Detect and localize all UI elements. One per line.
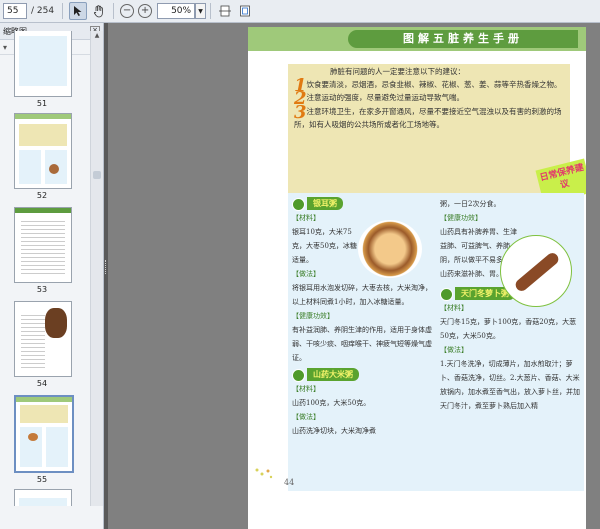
ingredients-text: 天门冬15克，萝卜100克，香菇20克，大葱50克，大米50克。 bbox=[440, 318, 577, 340]
method-label: 【做法】 bbox=[440, 346, 468, 354]
page-thumbnail[interactable] bbox=[14, 301, 72, 377]
ingredients-label: 【材料】 bbox=[440, 304, 468, 312]
page-banner: 图解五脏养生手册 bbox=[248, 27, 586, 51]
fit-width-icon[interactable] bbox=[217, 3, 233, 19]
banner-title: 图解五脏养生手册 bbox=[348, 30, 578, 48]
benefit-label: 【健康功效】 bbox=[440, 214, 482, 222]
benefit-label: 【健康功效】 bbox=[292, 312, 334, 320]
thumbnail-54[interactable]: 54 bbox=[14, 301, 72, 388]
page-number: 44 bbox=[284, 478, 295, 487]
benefit-text: 有补益润肺、养阴生津的作用，适用于身体虚弱、干咳少痰、咽痒喉干、神疲气短等燥气虚… bbox=[292, 326, 432, 362]
thumbnail-scrollbar[interactable]: ▲ bbox=[90, 31, 103, 506]
thumbnail-list[interactable]: 51 52 53 54 55 bbox=[0, 31, 90, 506]
hand-tool-icon[interactable] bbox=[91, 3, 107, 19]
thumbnail-label: 55 bbox=[36, 475, 48, 484]
ingredients-label: 【材料】 bbox=[292, 385, 320, 393]
thumbnail-52[interactable]: 52 bbox=[14, 113, 72, 200]
toolbar-divider bbox=[62, 3, 64, 19]
toolbar-divider bbox=[210, 3, 212, 19]
thumbnail-51[interactable]: 51 bbox=[14, 31, 72, 108]
page-thumbnail[interactable] bbox=[14, 489, 72, 506]
recipe-title-yiner: 银耳粥 bbox=[292, 197, 434, 211]
advice-heading: 肺脏有问题的人一定要注意以下的建议： bbox=[330, 67, 465, 76]
ingredients-label: 【材料】 bbox=[292, 214, 320, 222]
advice-item: 2注意运动的强度，尽量避免过量运动导致气喘。 bbox=[294, 88, 465, 109]
yam-photo bbox=[500, 235, 572, 307]
thumbnail-label: 53 bbox=[36, 285, 48, 294]
decor-leaves-icon bbox=[255, 468, 273, 479]
zoom-in-icon[interactable]: + bbox=[138, 4, 153, 18]
recipe-title-shanyao: 山药大米粥 bbox=[292, 368, 434, 382]
thumbnail-label: 52 bbox=[36, 191, 48, 200]
advice-item: 3注意环境卫生，在家多开窗通风，尽量不要接近空气混浊以及有害的刺激的场所，如有人… bbox=[294, 101, 562, 129]
zoom-dropdown-icon[interactable]: ▼ bbox=[195, 3, 207, 19]
thumbnail-56[interactable] bbox=[14, 489, 72, 506]
advice-box: 肺脏有问题的人一定要注意以下的建议： 1饮食要清淡，忌烟酒，忌食韭椒、辣椒、花椒… bbox=[288, 64, 570, 196]
select-cursor-icon[interactable] bbox=[69, 2, 88, 20]
advice-item: 1饮食要清淡，忌烟酒，忌食韭椒、辣椒、花椒、葱、姜、蒜等辛热香燥之物。 bbox=[294, 74, 562, 96]
continuation-text: 粥，一日2次分食。 bbox=[440, 200, 501, 208]
bowl-icon bbox=[292, 368, 305, 382]
page-number-input[interactable]: 55 bbox=[3, 3, 27, 19]
thumbnail-label: 51 bbox=[36, 99, 48, 108]
thumbnail-55[interactable]: 55 bbox=[14, 395, 74, 484]
method-text: 1.天门冬洗净，切成薄片，加水煎取汁；萝卜、香菇洗净，切丝。2.大葱片、香菇、大… bbox=[440, 360, 580, 410]
page-thumbnail[interactable] bbox=[14, 395, 74, 473]
thumbnail-53[interactable]: 53 bbox=[14, 207, 72, 294]
fit-page-icon[interactable] bbox=[237, 3, 253, 19]
thumbnail-label: 54 bbox=[36, 379, 48, 388]
document-page: 图解五脏养生手册 肺脏有问题的人一定要注意以下的建议： 1饮食要清淡，忌烟酒，忌… bbox=[248, 27, 586, 529]
page-total: / 254 bbox=[31, 6, 55, 16]
page-thumbnail[interactable] bbox=[14, 31, 72, 97]
bowl-icon bbox=[292, 197, 305, 211]
zoom-level-input[interactable]: 50% bbox=[157, 3, 196, 19]
page-thumbnail[interactable] bbox=[14, 113, 72, 189]
method-label: 【做法】 bbox=[292, 413, 320, 421]
method-text: 山药洗净切块，大米淘净煮 bbox=[292, 427, 376, 435]
page-thumbnail[interactable] bbox=[14, 207, 72, 283]
toolbar: 55 / 254 − + 50% ▼ bbox=[0, 0, 600, 23]
scroll-up-icon[interactable]: ▲ bbox=[91, 31, 103, 41]
method-text: 将银耳用水泡发切碎，大枣去核，大米淘净，以上材料同煮1小时，加入冰糖适量。 bbox=[292, 284, 432, 306]
toolbar-divider bbox=[113, 3, 115, 19]
ingredients-text: 银耳10克，大米75克，大枣50克，冰糖适量。 bbox=[292, 228, 357, 264]
zoom-out-icon[interactable]: − bbox=[120, 4, 135, 18]
bowl-icon bbox=[440, 287, 453, 301]
ingredients-text: 山药100克，大米50克。 bbox=[292, 399, 371, 407]
recipe-column-right: 粥，一日2次分食。 【健康功效】 山药具有补脾养胃、生津益肺、可益脾气、养肺阴，… bbox=[436, 193, 584, 491]
scroll-thumb[interactable] bbox=[93, 171, 101, 179]
yiner-porridge-photo bbox=[358, 220, 422, 278]
